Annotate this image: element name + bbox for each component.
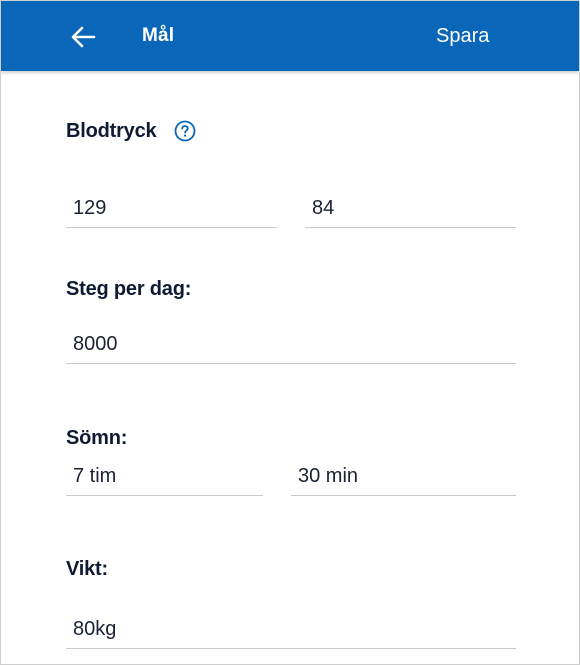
page-title: Mål: [142, 25, 175, 46]
app-bar: Mål Spara: [1, 1, 579, 71]
save-button[interactable]: Spara: [436, 25, 489, 48]
weight-label: Vikt:: [66, 558, 108, 580]
sleep-minutes-field[interactable]: [291, 459, 523, 496]
sleep-minutes-input[interactable]: [291, 459, 523, 493]
sleep-hours-field[interactable]: [66, 459, 270, 496]
diastolic-input[interactable]: [305, 191, 523, 225]
steps-input[interactable]: [66, 327, 523, 361]
diastolic-field[interactable]: [305, 191, 523, 228]
weight-input[interactable]: [66, 612, 523, 646]
steps-label: Steg per dag:: [66, 278, 192, 300]
sleep-label: Sömn:: [66, 427, 128, 449]
sleep-hours-input[interactable]: [66, 459, 270, 493]
back-button[interactable]: [61, 15, 105, 59]
help-button[interactable]: [173, 119, 197, 143]
help-circle-icon: [174, 120, 196, 142]
arrow-left-icon: [71, 26, 96, 48]
systolic-input[interactable]: [66, 191, 284, 225]
systolic-field[interactable]: [66, 191, 284, 228]
goals-screen: Mål Spara Blodtryck Steg per dag: Sömn: …: [0, 0, 580, 665]
blood-pressure-label: Blodtryck: [66, 120, 157, 142]
steps-field[interactable]: [66, 327, 523, 364]
weight-field[interactable]: [66, 612, 523, 649]
